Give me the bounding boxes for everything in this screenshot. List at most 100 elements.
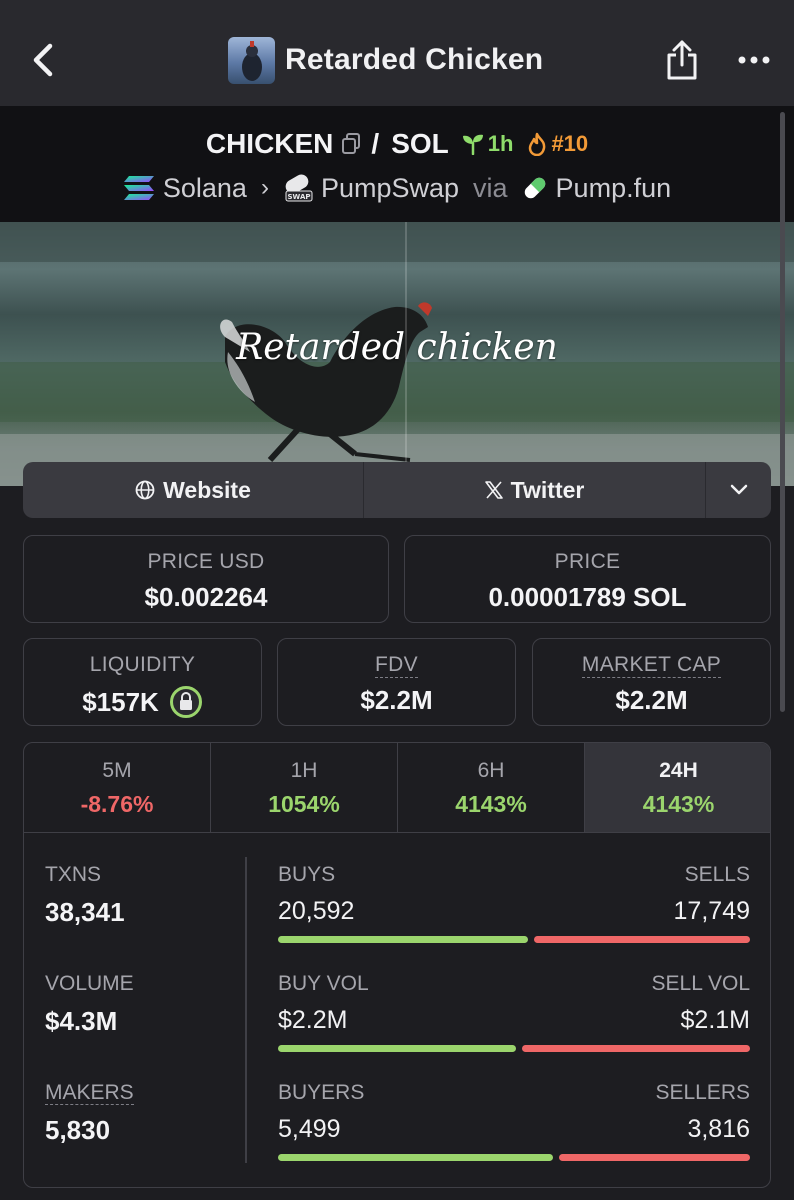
pump-fun-pill-icon [522, 175, 548, 201]
volume-label: VOLUME [45, 972, 134, 995]
liquidity-value: $157K [82, 686, 159, 717]
buyers-sellers-bar [278, 1154, 750, 1161]
twitter-label: Twitter [510, 476, 585, 503]
tab-24h-label: 24H [659, 759, 698, 782]
buy-vol-value: $2.2M [278, 1006, 348, 1034]
globe-icon [135, 480, 155, 500]
token-avatar [228, 36, 275, 84]
via-label: via [473, 172, 508, 203]
sellers-bar [559, 1154, 750, 1161]
ellipsis-icon [738, 56, 770, 64]
sellers-value: 3,816 [687, 1115, 750, 1143]
tab-24h[interactable]: 24H 4143% [585, 743, 770, 832]
metrics-divider [245, 857, 247, 1163]
liquidity-label: LIQUIDITY [89, 653, 196, 676]
social-links-bar: Website Twitter [23, 462, 771, 518]
buyers-bar [278, 1154, 553, 1161]
website-button[interactable]: Website [23, 462, 364, 518]
sells-value: 17,749 [673, 897, 750, 925]
tab-1h-change: 1054% [268, 791, 340, 817]
buy-sell-volume-bar [278, 1045, 750, 1052]
fdv-label-wrap: FDV [278, 653, 515, 678]
buy-sell-volume-split: BUY VOL SELL VOL $2.2M $2.1M [278, 972, 750, 1052]
makers-value: 5,830 [45, 1115, 111, 1145]
price-usd-label: PRICE USD [147, 550, 265, 573]
fdv-value: $2.2M [360, 685, 433, 715]
twitter-button[interactable]: Twitter [364, 462, 706, 518]
tab-5m[interactable]: 5M -8.76% [24, 743, 211, 832]
fdv-label: FDV [375, 653, 418, 678]
price-usd-card: PRICE USD $0.002264 [23, 535, 389, 623]
tab-24h-change: 4143% [642, 791, 715, 817]
trading-stats-panel: 5M -8.76% 1H 1054% 6H 4143% 24H 4143% TX… [23, 742, 771, 1188]
solana-icon [123, 175, 155, 201]
more-links-button[interactable] [706, 462, 771, 518]
txns-label: TXNS [45, 863, 102, 886]
pair-age-badge: 1h [461, 131, 514, 157]
tab-1h[interactable]: 1H 1054% [211, 743, 398, 832]
tab-6h-change: 4143% [455, 791, 527, 817]
price-native-label: PRICE [554, 550, 621, 573]
scrollbar[interactable] [780, 112, 785, 712]
makers-metric[interactable]: MAKERS 5,830 [45, 1081, 134, 1146]
sell-vol-value: $2.1M [680, 1006, 750, 1034]
sell-vol-label: SELL VOL [651, 972, 750, 995]
price-usd-value: $0.002264 [144, 582, 268, 612]
copy-icon[interactable] [341, 133, 361, 155]
metrics-column: TXNS 38,341 VOLUME $4.3M MAKERS 5,830 [24, 833, 245, 1187]
token-banner-image: Retarded chicken [0, 222, 794, 486]
back-button[interactable] [22, 38, 62, 82]
pair-header: CHICKEN / SOL 1h #10 Solana › SWAP PumpS… [0, 106, 794, 222]
tab-5m-label: 5M [102, 759, 132, 782]
buys-sells-split: BUYS SELLS 20,592 17,749 [278, 863, 750, 943]
chain-name[interactable]: Solana [163, 173, 247, 204]
price-native-card: PRICE 0.00001789 SOL [404, 535, 771, 623]
tab-1h-label: 1H [290, 759, 318, 782]
sells-bar [534, 936, 750, 943]
pair-line: CHICKEN / SOL 1h #10 [0, 124, 794, 164]
trending-rank: #10 [551, 131, 589, 156]
chevron-right-icon: › [260, 174, 269, 201]
buys-value: 20,592 [278, 897, 355, 925]
share-button[interactable] [660, 36, 704, 84]
banner-caption: Retarded chicken [236, 327, 558, 368]
tab-5m-change: -8.76% [80, 791, 154, 817]
buys-bar [278, 936, 528, 943]
makers-label: MAKERS [45, 1081, 134, 1105]
volume-value: $4.3M [45, 1006, 118, 1036]
buys-sells-bar [278, 936, 750, 943]
price-native-value: 0.00001789 SOL [488, 582, 687, 612]
market-cap-label: MARKET CAP [581, 653, 722, 678]
x-logo-icon [484, 481, 503, 499]
volume-metric: VOLUME $4.3M [45, 972, 134, 1037]
svg-text:SWAP: SWAP [287, 193, 310, 201]
flame-icon [529, 132, 546, 156]
pumpswap-icon: SWAP [283, 174, 313, 202]
lock-icon[interactable] [169, 685, 203, 719]
liquidity-value-row: $157K [24, 685, 261, 719]
pair-separator: / [371, 128, 380, 159]
tab-6h[interactable]: 6H 4143% [398, 743, 585, 832]
sell-vol-bar [522, 1045, 750, 1052]
top-nav-bar: Retarded Chicken [0, 0, 794, 106]
buyers-label: BUYERS [278, 1081, 365, 1104]
buyers-sellers-split: BUYERS SELLERS 5,499 3,816 [278, 1081, 750, 1161]
chevron-left-icon [33, 43, 53, 77]
buy-vol-label: BUY VOL [278, 972, 369, 995]
txns-value: 38,341 [45, 897, 125, 927]
makers-label-wrap: MAKERS [45, 1081, 134, 1105]
dex-name[interactable]: PumpSwap [321, 173, 459, 204]
sprout-icon [462, 134, 483, 155]
sells-label: SELLS [684, 863, 750, 886]
quote-symbol: SOL [391, 128, 449, 159]
market-cap-card[interactable]: MARKET CAP $2.2M [532, 638, 771, 726]
website-label: Website [163, 476, 251, 503]
market-cap-label-wrap: MARKET CAP [533, 653, 770, 678]
pair-age: 1h [487, 131, 514, 156]
market-cap-value: $2.2M [615, 685, 688, 715]
sellers-label: SELLERS [655, 1081, 750, 1104]
launchpad-name[interactable]: Pump.fun [556, 173, 672, 204]
fdv-card[interactable]: FDV $2.2M [277, 638, 516, 726]
token-title-group: Retarded Chicken [228, 36, 543, 84]
more-options-button[interactable] [730, 44, 778, 76]
